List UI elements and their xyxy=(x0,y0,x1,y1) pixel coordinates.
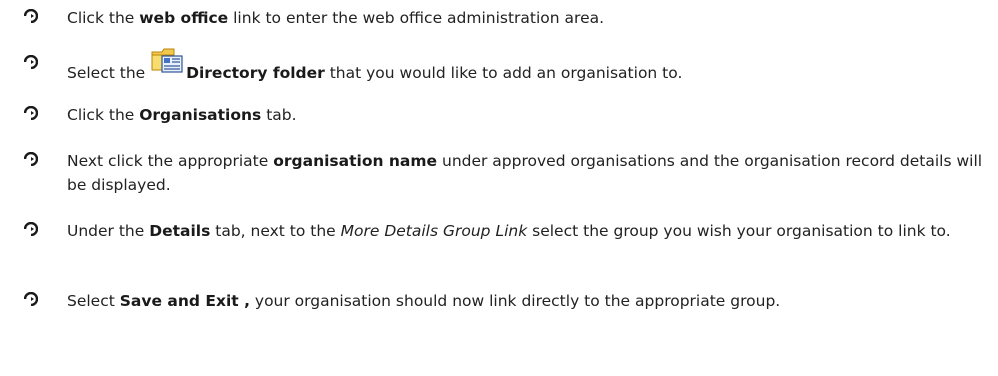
directory-folder-label: Directory folder xyxy=(186,64,325,82)
web-office-link-label: web office xyxy=(139,9,229,27)
step-6-text: Select Save and Exit , your organisation… xyxy=(67,292,781,310)
organisations-tab-label: Organisations xyxy=(139,106,262,124)
arrow-bullet-icon xyxy=(24,219,40,241)
arrow-bullet-icon xyxy=(24,103,40,125)
arrow-bullet-icon xyxy=(24,149,40,171)
more-details-group-link-label: More Details Group Link xyxy=(340,222,528,240)
arrow-bullet-icon xyxy=(24,52,40,74)
step-3-text: Click the Organisations tab. xyxy=(67,106,297,124)
instruction-document: Click the web office link to enter the w… xyxy=(0,0,998,376)
step-1-text: Click the web office link to enter the w… xyxy=(67,9,605,27)
directory-folder-icon xyxy=(150,44,184,74)
step-2-text: Select the Directory folder that you wou… xyxy=(67,48,988,85)
details-tab-label: Details xyxy=(149,222,211,240)
step-5-text: Under the Details tab, next to the More … xyxy=(67,222,951,240)
arrow-bullet-icon xyxy=(24,6,40,28)
step-4-text: Next click the appropriate organisation … xyxy=(67,152,983,194)
organisation-name-label: organisation name xyxy=(273,152,438,170)
arrow-bullet-icon xyxy=(24,289,40,311)
save-and-exit-label: Save and Exit , xyxy=(119,292,250,310)
